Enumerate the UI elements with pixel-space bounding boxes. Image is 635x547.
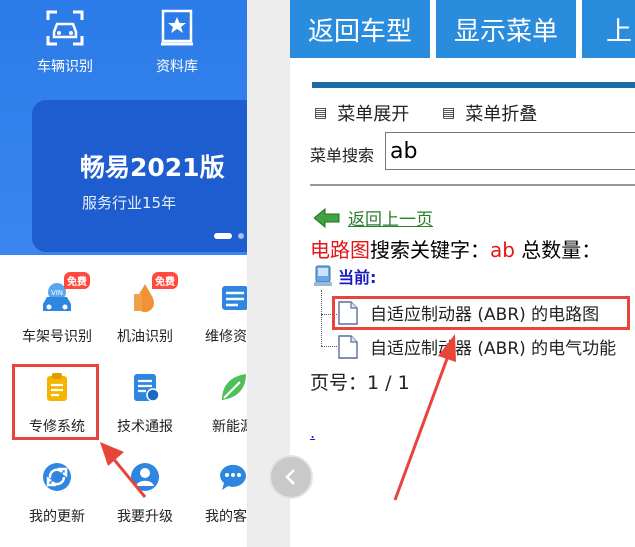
- chevron-left-icon: [285, 469, 295, 485]
- back-link-label: 返回上一页: [348, 210, 433, 230]
- document-icon: [338, 334, 358, 359]
- new-energy-label: 新能源: [212, 419, 247, 435]
- oil-recognition-button[interactable]: 免费 机油识别: [102, 272, 188, 346]
- current-node: 当前:: [314, 264, 376, 288]
- repair-data-button[interactable]: 维修资料: [190, 280, 247, 346]
- database-button[interactable]: 资料库: [142, 8, 212, 76]
- left-app-panel: 车辆识别 资料库 畅易2021版 服务行业15年 VIN 免费 车架号识别 免费…: [0, 0, 247, 547]
- tech-bulletin-button[interactable]: 技术通报: [102, 370, 188, 436]
- user-upgrade-icon: [131, 463, 159, 491]
- banner-subtitle: 服务行业15年: [82, 194, 177, 212]
- circuit-label: 电路图: [310, 238, 370, 262]
- show-menu-button[interactable]: 显示菜单: [436, 0, 576, 58]
- keyword-prefix: 搜索关键字：: [370, 238, 490, 262]
- promo-banner[interactable]: 畅易2021版 服务行业15年: [32, 100, 247, 252]
- vin-recognition-button[interactable]: VIN 免费 车架号识别: [14, 272, 100, 346]
- current-label: 当前:: [338, 268, 377, 287]
- oil-recognition-label: 机油识别: [117, 329, 173, 345]
- vehicle-recognition-label: 车辆识别: [37, 59, 93, 75]
- my-updates-button[interactable]: 我的更新: [14, 460, 100, 526]
- upgrade-label: 我要升级: [117, 509, 173, 525]
- page-number: 页号：1 / 1: [310, 372, 410, 394]
- highlight-box-circuit: [332, 296, 630, 330]
- back-link[interactable]: 返回上一页: [314, 205, 433, 230]
- list-icon: ▤: [442, 105, 456, 121]
- vin-recognition-label: 车架号识别: [22, 329, 92, 345]
- refresh-icon: [43, 463, 71, 491]
- svg-text:VIN: VIN: [51, 289, 63, 297]
- free-badge: 免费: [64, 272, 90, 289]
- top-toolbar: 返回车型 显示菜单 上: [290, 0, 635, 58]
- menu-expand-label: 菜单展开: [337, 104, 410, 125]
- list-icon: ▤: [314, 105, 328, 121]
- banner-title: 畅易2021版: [80, 153, 225, 182]
- tech-report-icon: [134, 374, 160, 402]
- my-updates-label: 我的更新: [29, 509, 85, 525]
- back-to-model-button[interactable]: 返回车型: [290, 0, 430, 58]
- keyword-value: ab: [490, 238, 515, 262]
- customer-service-button[interactable]: 我的客服: [190, 460, 247, 526]
- leaf-icon: [222, 374, 246, 400]
- menu-collapse-button[interactable]: ▤ 菜单折叠: [442, 100, 537, 126]
- divider-gray: [310, 184, 635, 186]
- tree-line: [321, 290, 322, 346]
- collapse-panel-button[interactable]: [269, 455, 313, 499]
- menu-collapse-label: 菜单折叠: [465, 104, 538, 125]
- free-badge: 免费: [152, 272, 178, 289]
- highlight-box-specialist: [12, 364, 99, 440]
- new-energy-button[interactable]: 新能源: [190, 370, 247, 436]
- back-arrow-icon: [314, 207, 340, 228]
- search-summary: 电路图搜索关键字：ab 总数量：: [310, 234, 601, 263]
- result-item-label: 自适应制动器 (ABR) 的电气功能: [370, 339, 617, 359]
- database-label: 资料库: [156, 59, 198, 75]
- right-document-panel: 返回车型 显示菜单 上 ▤ 菜单展开 ▤ 菜单折叠 菜单搜索 返回上一页 电路图…: [290, 0, 635, 547]
- carousel-dot[interactable]: [238, 233, 244, 239]
- repair-doc-icon: [222, 286, 247, 310]
- total-label: 总数量：: [514, 238, 602, 262]
- divider-blue: [312, 82, 635, 88]
- result-item-electrical[interactable]: 自适应制动器 (ABR) 的电气功能: [338, 334, 616, 359]
- menu-search-label: 菜单搜索: [310, 146, 375, 165]
- upgrade-button[interactable]: 我要升级: [102, 460, 188, 526]
- customer-service-label: 我的客服: [205, 509, 247, 525]
- tech-bulletin-label: 技术通报: [117, 419, 173, 435]
- up-button[interactable]: 上: [582, 0, 635, 58]
- menu-expand-button[interactable]: ▤ 菜单展开: [314, 100, 409, 126]
- tree-branch: [321, 346, 337, 347]
- star-book-icon: [161, 9, 193, 46]
- vehicle-recognition-button[interactable]: 车辆识别: [30, 8, 100, 76]
- computer-icon: [314, 265, 332, 286]
- repair-data-label: 维修资料: [205, 329, 247, 345]
- carousel-dot-active[interactable]: [214, 233, 232, 239]
- dot-link[interactable]: .: [310, 423, 315, 442]
- chat-icon: [220, 464, 246, 490]
- menu-search-input[interactable]: [385, 132, 635, 170]
- car-scan-icon: [46, 10, 84, 46]
